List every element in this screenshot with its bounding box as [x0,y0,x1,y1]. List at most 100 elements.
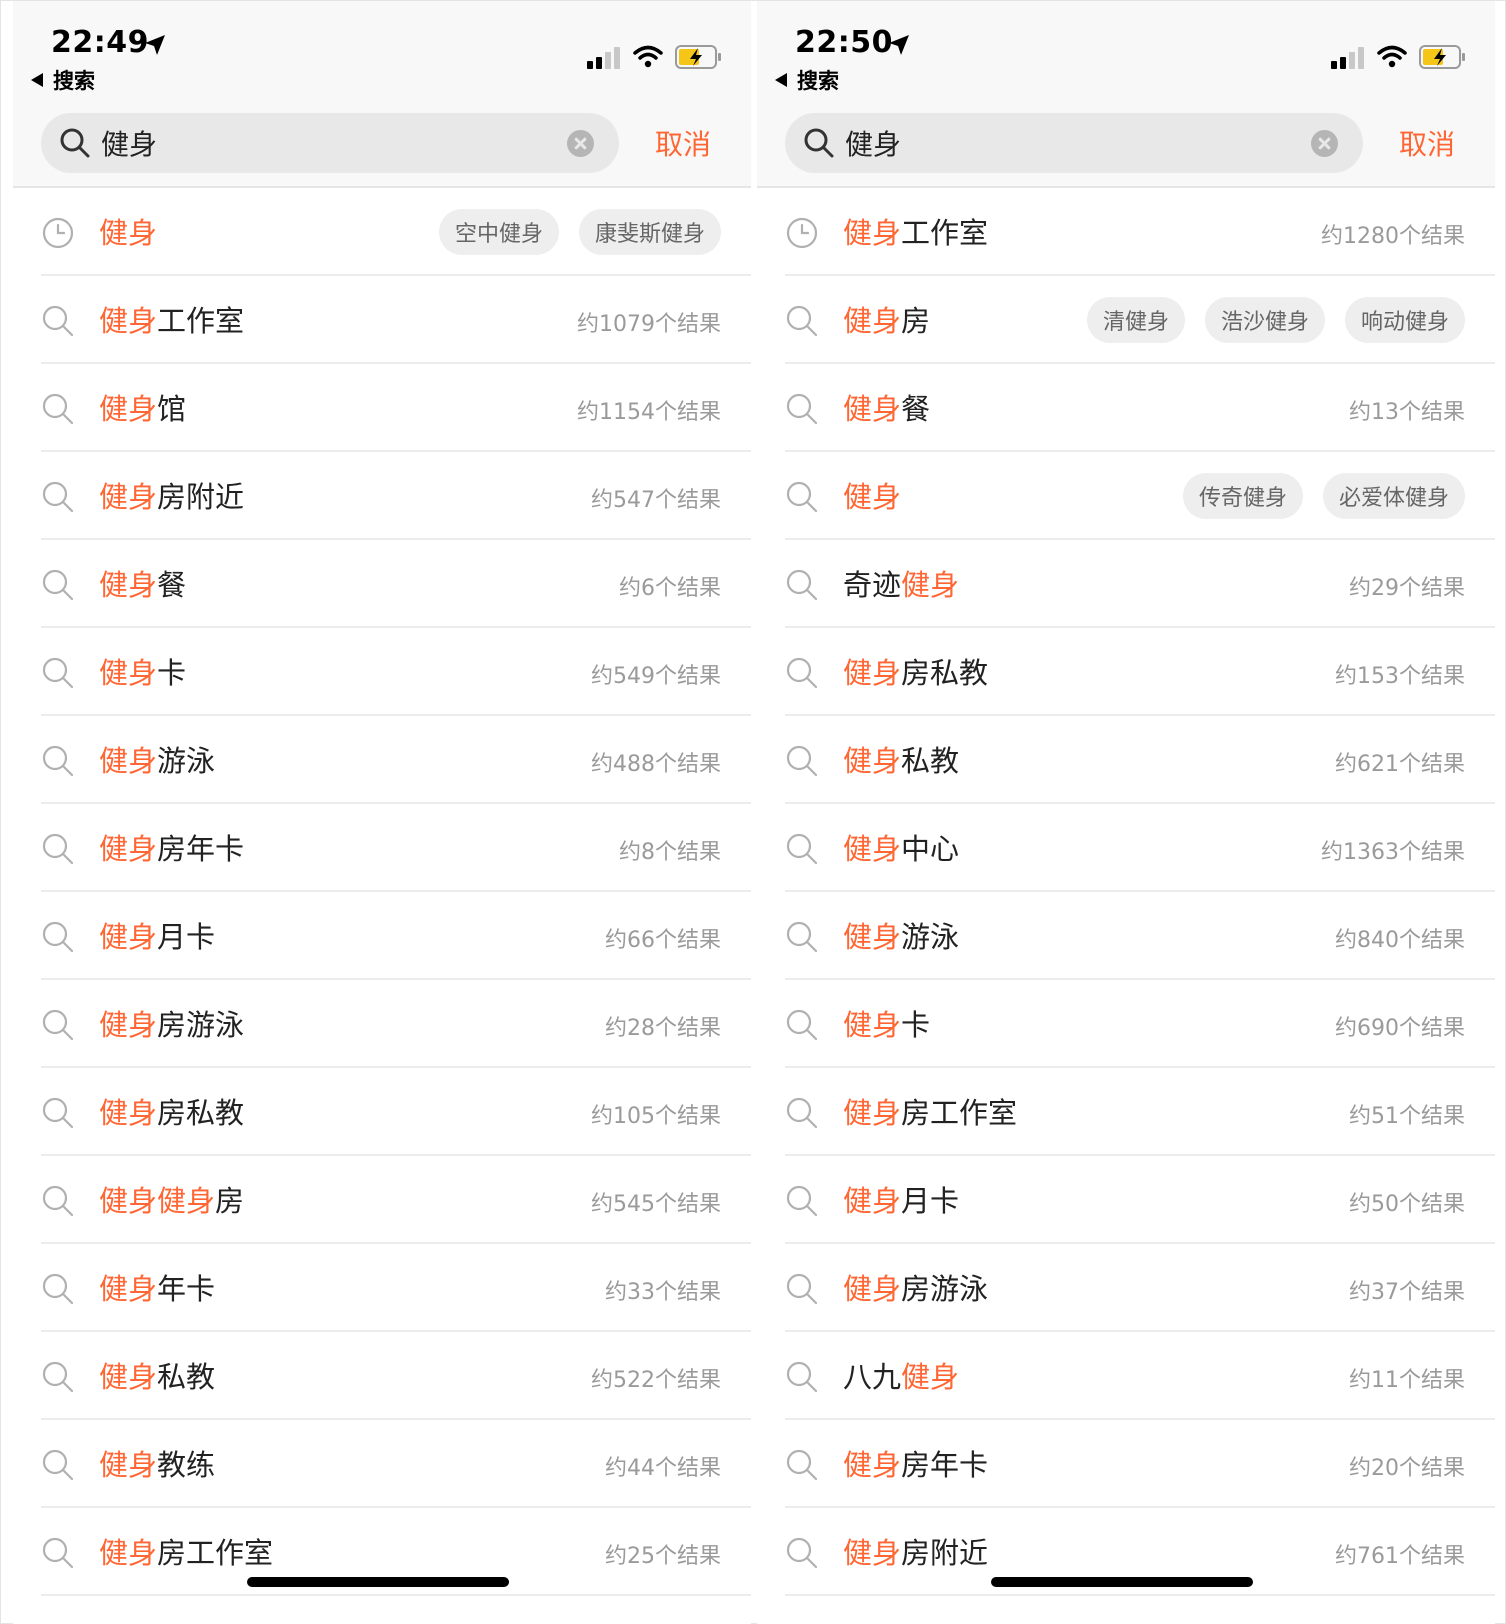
suggestion-suffix: 房游泳 [157,1008,245,1042]
clock-icon [42,217,74,249]
suggestion-suffix: 私教 [901,744,960,778]
search-input[interactable] [845,123,1285,163]
suggestion-row[interactable]: 健身健身房 约545个结果 [41,1156,751,1244]
highlight-keyword: 健身 [843,304,902,338]
search-icon [786,481,818,513]
result-count: 约522个结果 [591,1368,721,1393]
highlight-keyword: 健身 [99,1360,158,1394]
suggestion-text: 健身餐 [843,386,930,428]
related-chip[interactable]: 传奇健身 [1182,473,1303,519]
suggestion-suffix: 工作室 [157,304,245,338]
cancel-button[interactable]: 取消 [633,115,733,171]
suggestion-text: 健身工作室 [843,210,988,252]
result-count: 约1363个结果 [1321,840,1465,865]
back-to-search-link[interactable]: 搜索 [31,65,95,95]
suggestion-suffix: 房工作室 [901,1096,1018,1130]
suggestion-row[interactable]: 健身教练 约44个结果 [41,1420,751,1508]
result-count: 约549个结果 [591,664,721,689]
cancel-button[interactable]: 取消 [1377,115,1477,171]
battery-charging-icon [1419,45,1465,69]
suggestion-suffix: 月卡 [157,920,216,954]
suggestion-row[interactable]: 健身馆 约1154个结果 [41,364,751,452]
related-chip[interactable]: 响动健身 [1344,297,1465,343]
suggestion-row[interactable]: 健身工作室 约1280个结果 [785,188,1495,276]
highlight-keyword: 健身 [99,832,158,866]
suggestion-text: 健身中心 [843,826,959,868]
related-chip[interactable]: 必爱体健身 [1322,473,1465,519]
related-chip[interactable]: 清健身 [1086,297,1185,343]
suggestion-row[interactable]: 健身月卡 约50个结果 [785,1156,1495,1244]
suggestion-row[interactable]: 奇迹健身 约29个结果 [785,540,1495,628]
search-icon [786,305,818,337]
search-header: 取消 [13,101,751,188]
search-header: 取消 [757,101,1495,188]
suggestion-row[interactable]: 健身餐 约13个结果 [785,364,1495,452]
suggestion-row[interactable]: 健身房游泳 约28个结果 [41,980,751,1068]
suggestion-suffix: 房年卡 [901,1448,989,1482]
suggestion-row[interactable]: 健身房游泳 约37个结果 [785,1244,1495,1332]
suggestion-row[interactable]: 健身房 清健身 浩沙健身 响动健身 [785,276,1495,364]
suggestion-text: 健身房附近 [843,1530,988,1572]
suggestion-row[interactable]: 健身私教 约621个结果 [785,716,1495,804]
suggestion-row[interactable]: 八九健身 约11个结果 [785,1332,1495,1420]
suggestion-row[interactable]: 健身中心 约1363个结果 [785,804,1495,892]
result-count: 约33个结果 [605,1280,721,1305]
suggestion-row[interactable]: 健身 空中健身 康斐斯健身 [41,188,751,276]
suggestion-row[interactable]: 健身游泳 约840个结果 [785,892,1495,980]
suggestion-text: 健身私教 [99,1354,215,1396]
suggestion-row[interactable]: 健身餐 约6个结果 [41,540,751,628]
result-count: 约547个结果 [591,488,721,513]
search-icon [786,1449,818,1481]
highlight-keyword: 健身 [843,392,902,426]
highlight-keyword: 健身 [99,1272,158,1306]
suggestion-text: 健身餐 [99,562,186,604]
clear-search-icon[interactable] [567,130,594,157]
suggestion-row[interactable]: 健身房附近 约547个结果 [41,452,751,540]
result-count: 约28个结果 [605,1016,721,1041]
suggestion-row[interactable]: 健身年卡 约33个结果 [41,1244,751,1332]
related-chip[interactable]: 浩沙健身 [1204,297,1325,343]
result-count: 约51个结果 [1349,1104,1465,1129]
back-to-search-link[interactable]: 搜索 [775,65,839,95]
search-icon [42,1097,74,1129]
highlight-keyword: 健身 [99,1536,158,1570]
search-box[interactable] [785,113,1363,173]
suggestion-text: 健身工作室 [99,298,244,340]
highlight-keyword: 健身 [99,392,158,426]
suggestion-text: 健身房年卡 [843,1442,988,1484]
suggestion-list: 健身工作室 约1280个结果 健身房 清健身 浩沙健身 响动健身 健身餐 约13个结果 健身 传奇… [757,188,1495,1596]
search-icon [786,1097,818,1129]
suggestion-row[interactable]: 健身私教 约522个结果 [41,1332,751,1420]
suggestion-row[interactable]: 健身房私教 约153个结果 [785,628,1495,716]
suggestion-suffix: 月卡 [901,1184,960,1218]
related-chip[interactable]: 康斐斯健身 [578,209,721,255]
suggestion-suffix: 私教 [157,1360,216,1394]
suggestion-row[interactable]: 健身卡 约549个结果 [41,628,751,716]
suggestion-row[interactable]: 健身工作室 约1079个结果 [41,276,751,364]
result-count: 约37个结果 [1349,1280,1465,1305]
suggestion-suffix: 八九 [843,1360,902,1394]
highlight-keyword: 健身 [99,744,158,778]
clear-search-icon[interactable] [1311,130,1338,157]
suggestion-suffix: 餐 [901,392,931,426]
search-icon [42,393,74,425]
home-indicator[interactable] [991,1577,1253,1587]
suggestion-suffix: 房年卡 [157,832,245,866]
suggestion-row[interactable]: 健身卡 约690个结果 [785,980,1495,1068]
suggestion-row[interactable]: 健身房年卡 约20个结果 [785,1420,1495,1508]
suggestion-row[interactable]: 健身月卡 约66个结果 [41,892,751,980]
suggestion-row[interactable]: 健身游泳 约488个结果 [41,716,751,804]
search-box[interactable] [41,113,619,173]
home-indicator[interactable] [247,1577,509,1587]
suggestion-row[interactable]: 健身房工作室 约51个结果 [785,1068,1495,1156]
suggestion-row[interactable]: 健身房私教 约105个结果 [41,1068,751,1156]
search-icon [786,833,818,865]
wifi-icon [1377,45,1407,68]
suggestion-suffix: 卡 [157,656,187,690]
related-chip[interactable]: 空中健身 [438,209,559,255]
search-input[interactable] [101,123,541,163]
suggestion-text: 健身房工作室 [843,1090,1017,1132]
suggestion-row[interactable]: 健身 传奇健身 必爱体健身 [785,452,1495,540]
suggestion-row[interactable]: 健身房年卡 约8个结果 [41,804,751,892]
related-chips: 空中健身 康斐斯健身 [438,209,721,255]
